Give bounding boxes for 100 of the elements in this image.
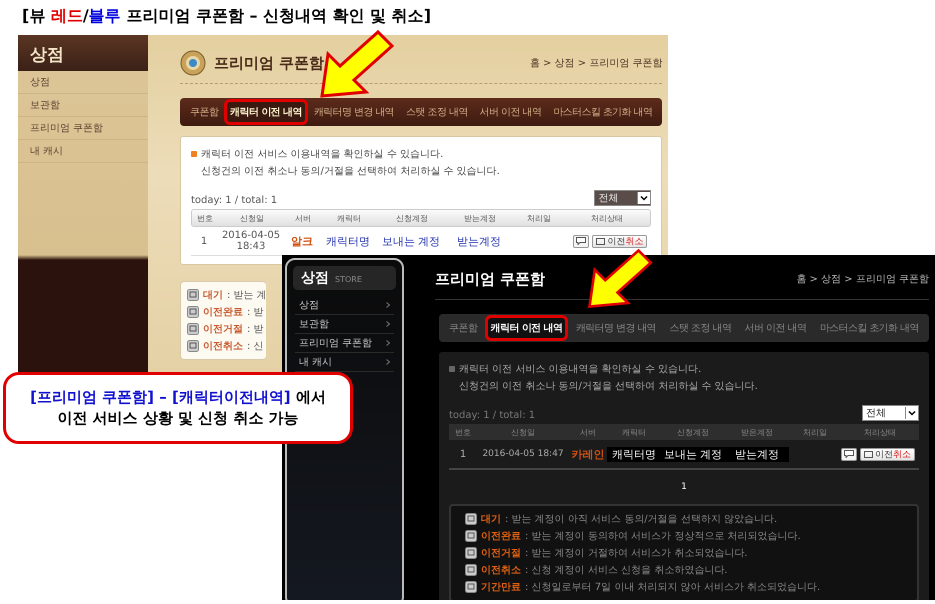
tab[interactable]: 마스터스킬 초기화 내역 xyxy=(814,315,925,341)
table-cell-text: 받는계정 xyxy=(456,234,502,248)
status-label: 이전취소 xyxy=(203,340,243,353)
sidebar-title: 상점 xyxy=(301,269,329,287)
caret-icon xyxy=(905,407,918,419)
table-cell-text: 2016-04-05 18:43 xyxy=(220,230,282,252)
sidebar-item[interactable]: 내 캐시 xyxy=(18,140,148,163)
count-text: today: 1 / total: 1 xyxy=(191,195,278,206)
sidebar-item[interactable]: 상점 xyxy=(295,296,394,315)
column-header: 번호 xyxy=(454,426,472,438)
column-header: 신청계정 xyxy=(676,426,710,438)
status-label: 이전거절 xyxy=(203,323,243,336)
column-header: 처리상태 xyxy=(863,426,897,438)
status-description: : 신청 계정이 서비스 신청을 취소하였습니다. xyxy=(525,564,728,577)
speech-bubble-icon xyxy=(576,237,586,245)
tab[interactable]: 쿠폰함 xyxy=(443,315,484,341)
sidebar-item[interactable]: 보관함 xyxy=(295,315,394,334)
callout-text: 이전 서비스 상황 및 신청 취소 가능 xyxy=(57,409,299,428)
notice-text: 신청건의 이전 취소나 동의/거절을 선택하여 처리하실 수 있습니다. xyxy=(201,165,500,178)
column-header: 신청계정 xyxy=(395,212,429,224)
chevron-icon xyxy=(386,302,390,308)
tab[interactable]: 캐릭터 이전 내역 xyxy=(484,315,568,341)
tab[interactable]: 마스터스킬 초기화 내역 xyxy=(547,99,658,125)
tab[interactable]: 서버 이전 내역 xyxy=(738,315,812,341)
status-label: 기간만료 xyxy=(481,581,521,594)
filter-dropdown[interactable]: 전체 xyxy=(594,190,652,206)
speech-bubble-icon xyxy=(844,450,854,458)
notice-text: 캐릭터 이전 서비스 이용내역을 확인하실 수 있습니다. xyxy=(459,363,702,376)
status-description: : 받는 계정이 거절하여 서비스가 취소되었습니다. xyxy=(525,547,748,560)
table-cell: 캐릭터명 xyxy=(607,446,661,462)
column-header: 처리상태 xyxy=(590,212,624,224)
chevron-icon xyxy=(386,340,390,346)
table-cell-text: 알크 xyxy=(290,234,314,248)
window-icon xyxy=(864,450,873,458)
count-text: today: 1 / total: 1 xyxy=(449,410,536,421)
status-icon xyxy=(465,530,477,542)
sidebar-item[interactable]: 상점 xyxy=(18,71,148,94)
status-label: 이전거절 xyxy=(481,547,521,560)
sidebar-item[interactable]: 프리미엄 쿠폰함 xyxy=(295,334,394,353)
column-header: 서버 xyxy=(294,212,312,224)
tab[interactable]: 캐릭터 이전 내역 xyxy=(224,99,308,125)
tab[interactable]: 스탯 조정 내역 xyxy=(400,99,474,125)
tab[interactable]: 캐릭터명 변경 내역 xyxy=(308,99,400,125)
breadcrumb: 홈 > 상점 > 프리미엄 쿠폰함 xyxy=(530,57,662,70)
table-cell-text: 1 xyxy=(200,236,208,246)
sidebar-subtitle: STORE xyxy=(335,275,362,284)
status-icon xyxy=(465,547,477,559)
status-description: : 받 xyxy=(247,306,264,319)
table-cell-text: 카레인 xyxy=(570,446,606,462)
medallion-icon xyxy=(180,50,206,76)
column-header: 처리일 xyxy=(802,426,828,438)
caret-icon xyxy=(637,192,650,204)
chevron-icon xyxy=(386,359,390,365)
sidebar-item[interactable]: 보관함 xyxy=(18,94,148,117)
table-cell: 보내는 계정 xyxy=(661,446,725,462)
notice-text: 신청건의 이전 취소나 동의/거절을 선택하여 처리하실 수 있습니다. xyxy=(459,380,758,393)
cancel-button[interactable]: 이전취소 xyxy=(860,448,915,460)
status-description: : 신 xyxy=(247,340,264,353)
notice-text: 캐릭터 이전 서비스 이용내역을 확인하실 수 있습니다. xyxy=(201,148,444,161)
cancel-button[interactable]: 이전취소 xyxy=(592,234,648,248)
tab[interactable]: 쿠폰함 xyxy=(184,99,224,125)
status-label: 이전완료 xyxy=(481,530,521,543)
status-icon xyxy=(465,513,477,525)
tab[interactable]: 서버 이전 내역 xyxy=(474,99,548,125)
status-icon xyxy=(465,581,477,593)
page-title: 프리미엄 쿠폰함 xyxy=(214,54,324,72)
column-header: 캐릭터 xyxy=(621,426,647,438)
column-header: 처리일 xyxy=(526,212,552,224)
bullet-icon xyxy=(449,366,455,372)
filter-dropdown[interactable]: 전체 xyxy=(862,405,919,421)
status-icon xyxy=(187,289,199,301)
tab[interactable]: 캐릭터명 변경 내역 xyxy=(570,315,662,341)
column-header: 받는계정 xyxy=(463,212,497,224)
message-button[interactable] xyxy=(841,448,857,460)
column-header: 서버 xyxy=(579,426,597,438)
tab[interactable]: 스탯 조정 내역 xyxy=(664,315,738,341)
status-icon xyxy=(187,323,199,335)
column-header: 신청일 xyxy=(239,212,265,224)
status-label: 이전완료 xyxy=(203,306,243,319)
bullet-icon xyxy=(191,151,197,157)
table-cell-text: 1 xyxy=(458,448,468,460)
status-icon xyxy=(187,340,199,352)
column-header: 캐릭터 xyxy=(336,212,362,224)
message-button[interactable] xyxy=(573,234,590,248)
status-description: : 받는 계정이 동의하여 서비스가 정상적으로 처리되었습니다. xyxy=(525,530,801,543)
sidebar-item[interactable]: 프리미엄 쿠폰함 xyxy=(18,117,148,140)
breadcrumb: 홈 > 상점 > 프리미엄 쿠폰함 xyxy=(796,273,929,286)
status-label: 대기 xyxy=(203,289,223,302)
status-description: : 받는 계정이 아직 서비스 동의/거절을 선택하지 않았습니다. xyxy=(505,513,778,526)
table-cell-text: 보내는 계정 xyxy=(380,234,442,248)
window-icon xyxy=(596,238,606,244)
heading: [뷰 레드/블루 프리미엄 쿠폰함 – 신청내역 확인 및 취소] xyxy=(22,6,432,27)
callout-text: [프리미엄 쿠폰함] – [캐릭터이전내역] 에서 xyxy=(30,388,326,407)
status-description: : 받는 계 xyxy=(227,289,266,302)
column-header: 신청일 xyxy=(510,426,536,438)
page-number[interactable]: 1 xyxy=(681,482,687,492)
status-label: 대기 xyxy=(481,513,501,526)
chevron-icon xyxy=(386,321,390,327)
sidebar-title: 상점 xyxy=(30,44,64,66)
page-title: 프리미엄 쿠폰함 xyxy=(435,270,546,288)
